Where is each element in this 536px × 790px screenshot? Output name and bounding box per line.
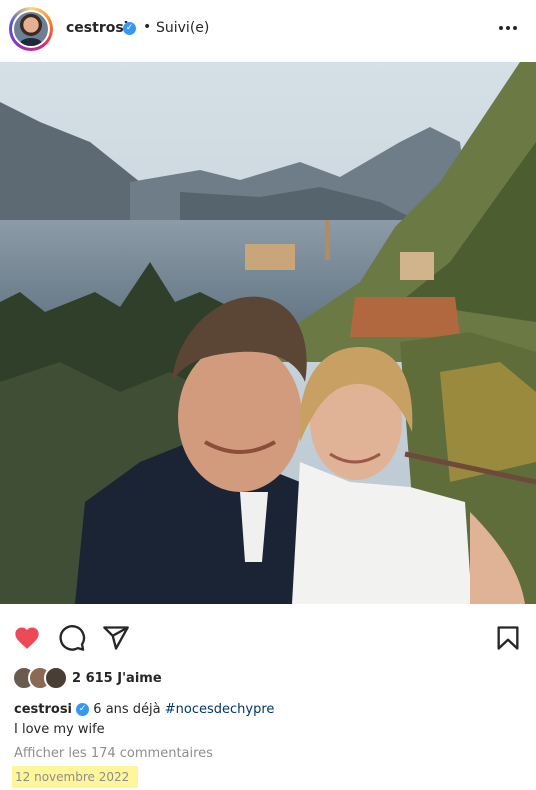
post-actions bbox=[0, 618, 536, 654]
heart-filled-icon[interactable] bbox=[13, 624, 41, 652]
caption-line2: I love my wife bbox=[14, 722, 105, 737]
share-icon[interactable] bbox=[102, 624, 130, 652]
caption: cestrosi ✓ 6 ans déjà #nocesdechypre bbox=[14, 702, 274, 717]
post-header: cestrosi ✓ • Suivi(e) bbox=[0, 0, 536, 60]
post-photo[interactable] bbox=[0, 62, 536, 604]
avatar-image bbox=[14, 12, 48, 46]
separator-dot: • bbox=[143, 19, 152, 35]
post-date: 12 novembre 2022 bbox=[15, 770, 130, 784]
avatar[interactable] bbox=[9, 7, 53, 51]
hashtag-link[interactable]: #nocesdechypre bbox=[165, 702, 275, 717]
view-comments-link[interactable]: Afficher les 174 commentaires bbox=[14, 746, 213, 761]
caption-username[interactable]: cestrosi bbox=[14, 702, 72, 717]
username-link[interactable]: cestrosi bbox=[66, 20, 128, 36]
likes-count[interactable]: 2 615 J'aime bbox=[72, 671, 162, 686]
caption-text: 6 ans déjà bbox=[93, 702, 161, 717]
verified-badge-icon: ✓ bbox=[123, 22, 136, 35]
follow-status-button[interactable]: Suivi(e) bbox=[156, 20, 209, 36]
liker-avatar bbox=[44, 666, 68, 690]
likes-row[interactable]: 2 615 J'aime bbox=[12, 666, 162, 690]
bookmark-icon[interactable] bbox=[494, 624, 522, 652]
verified-badge-icon: ✓ bbox=[76, 703, 90, 716]
comment-icon[interactable] bbox=[58, 624, 86, 652]
more-options-icon[interactable] bbox=[496, 16, 520, 40]
